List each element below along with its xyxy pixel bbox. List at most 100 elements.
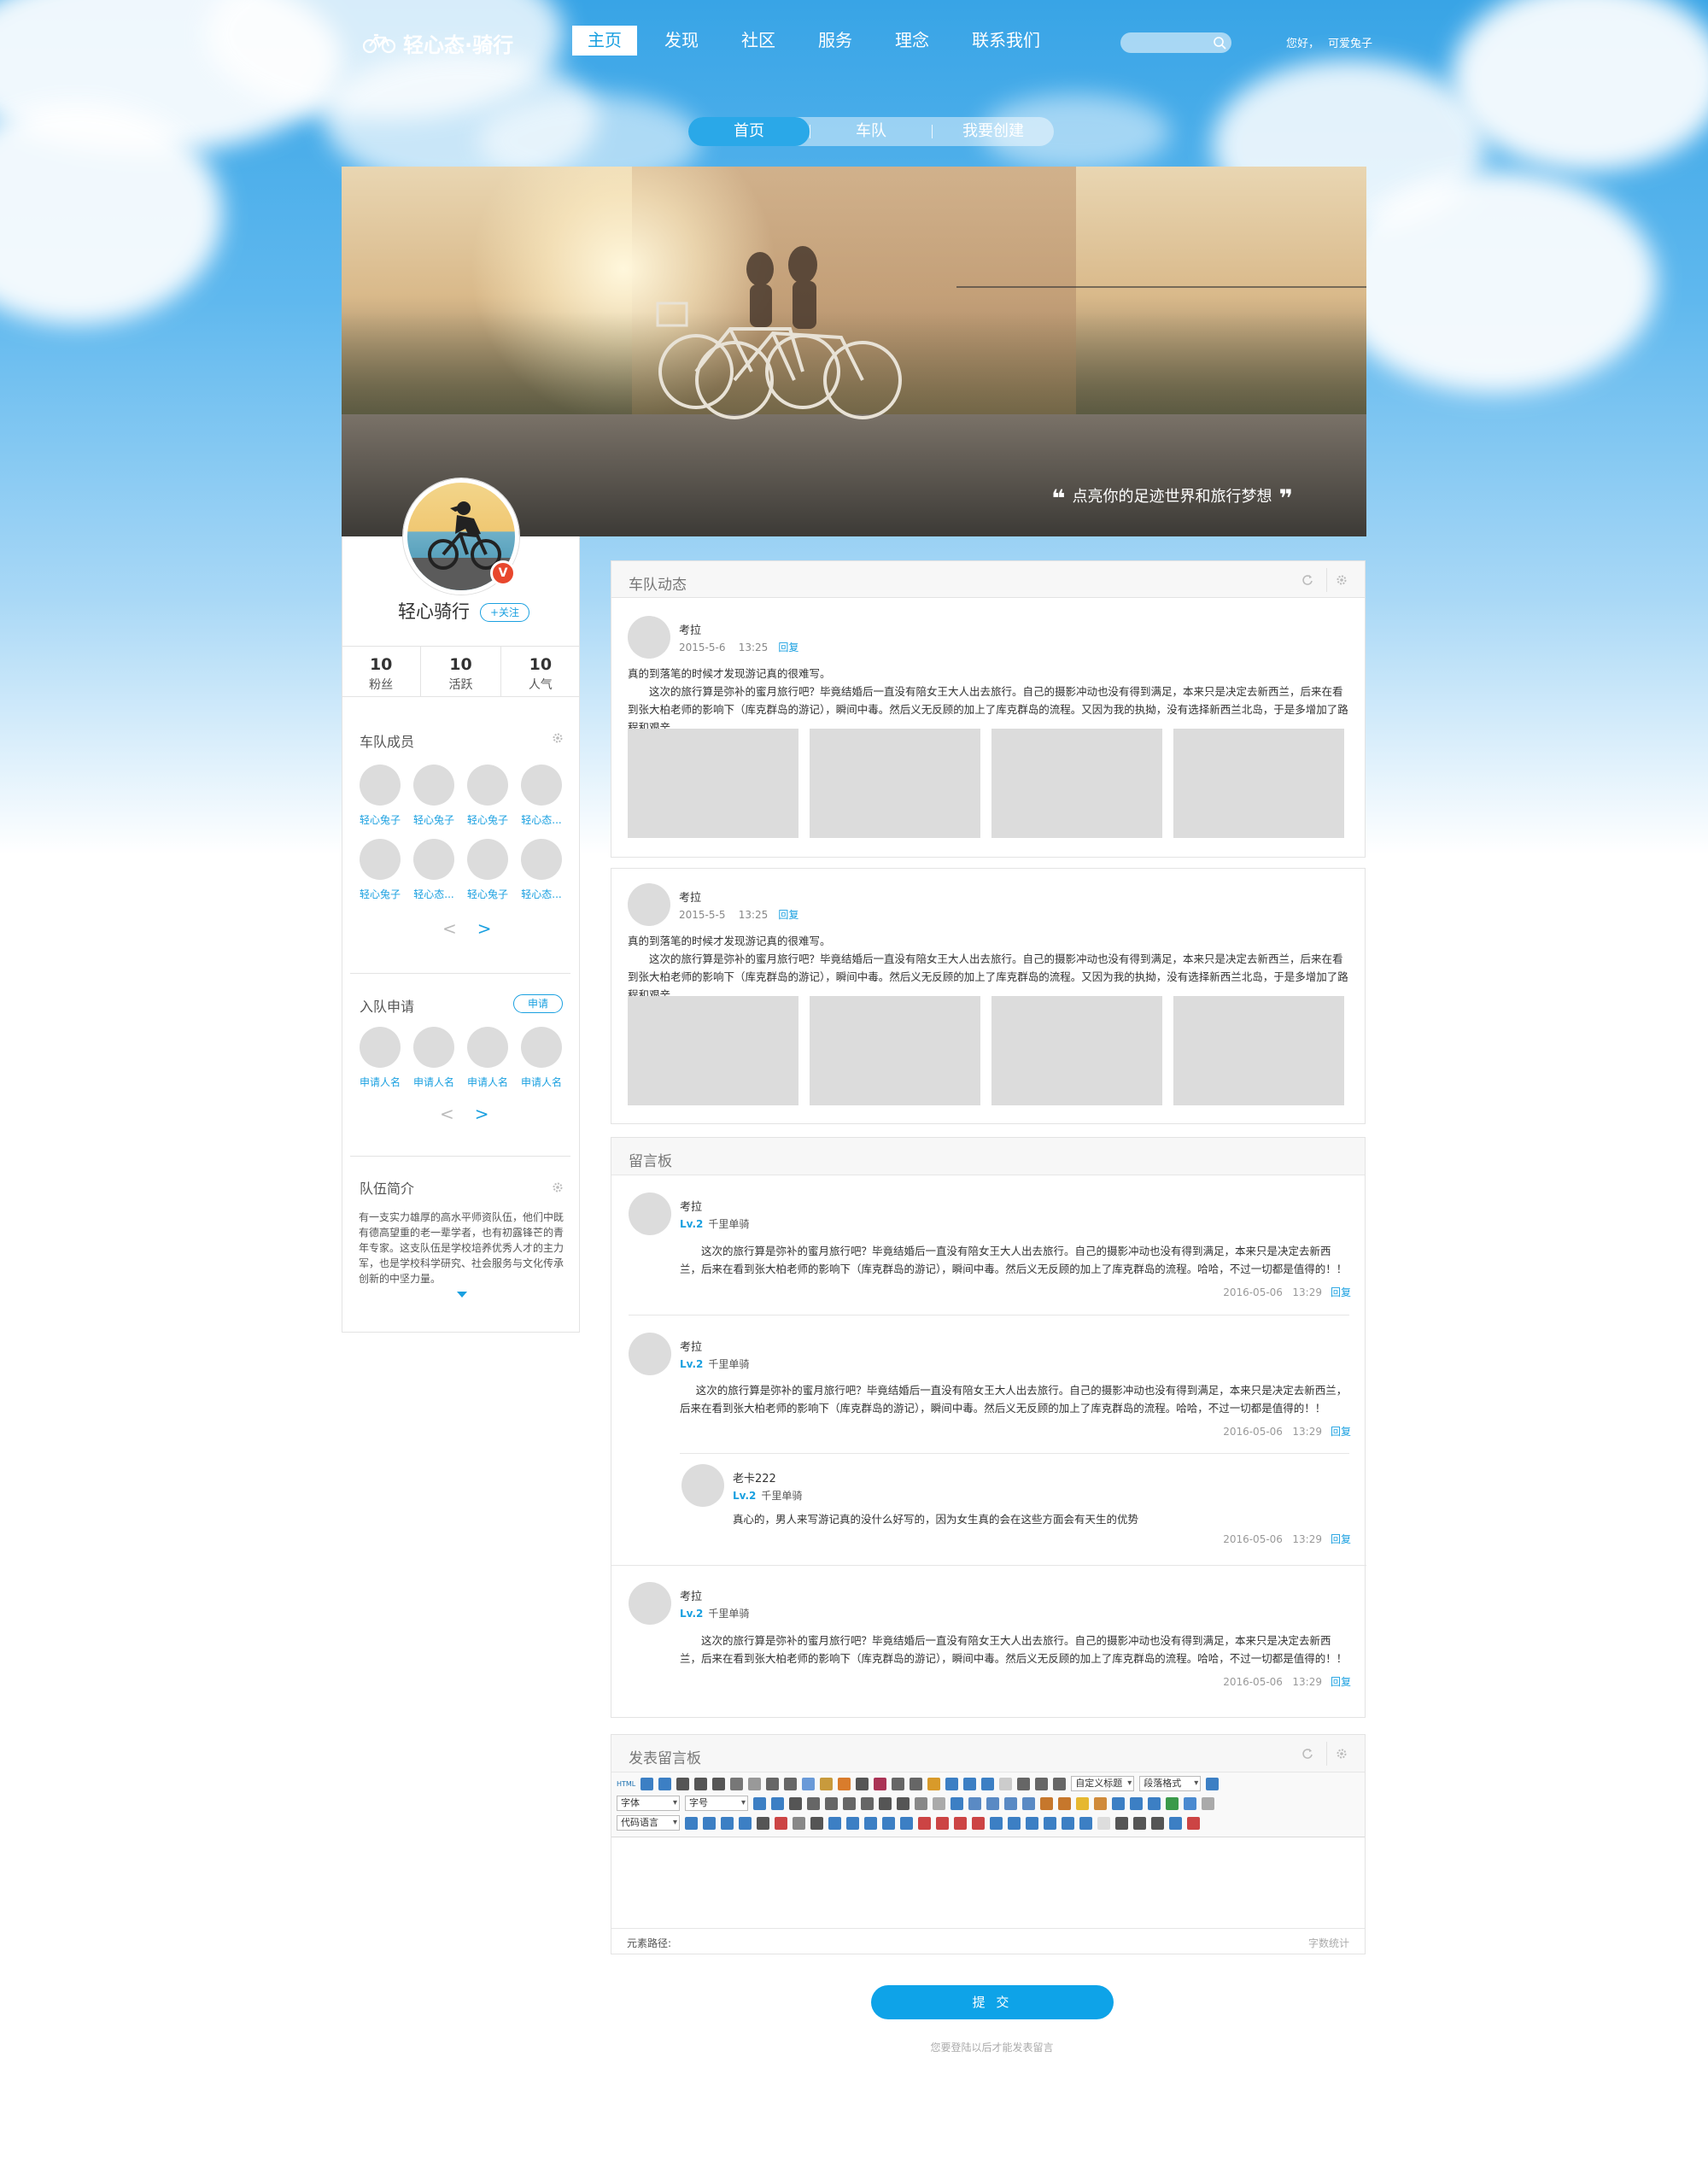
reply-link[interactable]: 回复	[778, 642, 798, 653]
fullscreen-icon[interactable]	[1206, 1777, 1220, 1790]
image-right-icon[interactable]	[1004, 1796, 1017, 1810]
username-link[interactable]: 可爱兔子	[1328, 34, 1372, 50]
strikethrough-icon[interactable]	[748, 1777, 762, 1790]
author-avatar[interactable]	[629, 1582, 671, 1625]
next-arrow-icon[interactable]: >	[475, 1104, 489, 1124]
blockquote-icon[interactable]	[856, 1777, 869, 1790]
split-cols-icon[interactable]	[1079, 1816, 1092, 1830]
gear-icon[interactable]	[1336, 574, 1348, 586]
bold-icon[interactable]	[676, 1777, 690, 1790]
subnav-home[interactable]: 首页	[688, 117, 810, 146]
reply-author[interactable]: 老卡222	[733, 1469, 776, 1485]
logo[interactable]: 轻心态·骑行	[362, 26, 513, 60]
insert-frame-icon[interactable]	[1202, 1796, 1214, 1810]
gear-icon[interactable]	[1336, 1748, 1348, 1760]
clear-doc-icon[interactable]	[999, 1777, 1013, 1790]
row-spacing-top-icon[interactable]	[1017, 1777, 1031, 1790]
next-arrow-icon[interactable]: >	[477, 918, 492, 939]
message-author[interactable]: 考拉	[680, 1587, 702, 1603]
date-icon[interactable]	[775, 1816, 787, 1830]
map-icon[interactable]	[1166, 1796, 1179, 1810]
preview-icon[interactable]	[1133, 1816, 1146, 1830]
font-size-select[interactable]: 字号	[685, 1796, 748, 1811]
font-family-select[interactable]: 字体	[617, 1796, 680, 1811]
member-item[interactable]: 轻心态...	[413, 839, 454, 901]
author-avatar[interactable]	[629, 1192, 671, 1235]
italic-icon[interactable]	[694, 1777, 708, 1790]
stat-fans[interactable]: 10 粉丝	[342, 647, 422, 696]
refresh-icon[interactable]	[1301, 574, 1313, 586]
image-center-icon[interactable]	[1022, 1796, 1035, 1810]
delete-col-icon[interactable]	[972, 1816, 985, 1830]
reply-link[interactable]: 回复	[1331, 1286, 1351, 1298]
align-left-icon[interactable]	[807, 1796, 820, 1810]
photo-thumbnail[interactable]	[628, 729, 798, 838]
author-avatar[interactable]	[628, 883, 670, 926]
background-icon[interactable]	[703, 1816, 716, 1830]
member-item[interactable]: 轻心兔子	[467, 765, 508, 827]
undo-icon[interactable]	[640, 1777, 654, 1790]
merge-cells-icon[interactable]	[990, 1816, 1003, 1830]
scrawl-icon[interactable]	[1094, 1796, 1107, 1810]
help-icon[interactable]	[1169, 1816, 1182, 1830]
expand-arrow-icon[interactable]	[457, 1292, 467, 1298]
applicant-item[interactable]: 申请人名	[521, 1027, 562, 1089]
ltr-icon[interactable]	[753, 1796, 766, 1810]
paste-text-icon[interactable]	[874, 1777, 887, 1790]
custom-title-select[interactable]: 自定义标题	[1071, 1776, 1135, 1791]
refresh-icon[interactable]	[1301, 1748, 1313, 1760]
page-break-icon[interactable]	[685, 1816, 698, 1830]
rtl-icon[interactable]	[771, 1796, 784, 1810]
gear-icon[interactable]	[552, 732, 564, 744]
remove-format-icon[interactable]	[838, 1777, 851, 1790]
stat-active[interactable]: 10 活跃	[421, 647, 501, 696]
reply-link[interactable]: 回复	[1331, 1533, 1351, 1545]
nav-philosophy[interactable]: 理念	[880, 26, 945, 56]
applicant-item[interactable]: 申请人名	[413, 1027, 454, 1089]
anchor-icon[interactable]	[951, 1796, 963, 1810]
format-match-icon[interactable]	[802, 1777, 816, 1790]
message-textarea[interactable]	[611, 1839, 1365, 1928]
indent-icon[interactable]	[789, 1796, 802, 1810]
code-icon[interactable]	[739, 1816, 752, 1830]
post-author[interactable]: 考拉	[679, 621, 701, 637]
unordered-list-icon[interactable]	[963, 1777, 977, 1790]
member-item[interactable]: 轻心兔子	[467, 839, 508, 901]
merge-right-icon[interactable]	[1008, 1816, 1021, 1830]
align-center-icon[interactable]	[825, 1796, 838, 1810]
author-avatar[interactable]	[629, 1333, 671, 1375]
apply-button[interactable]: 申请	[513, 994, 563, 1013]
highlight-icon[interactable]	[927, 1777, 941, 1790]
code-language-select[interactable]: 代码语言	[617, 1815, 680, 1831]
photo-thumbnail[interactable]	[991, 729, 1162, 838]
emotion-icon[interactable]	[1076, 1796, 1089, 1810]
subnav-create[interactable]: 我要创建	[933, 117, 1054, 146]
underline-icon[interactable]	[712, 1777, 726, 1790]
photo-thumbnail[interactable]	[628, 996, 798, 1105]
row-spacing-bottom-icon[interactable]	[1035, 1777, 1049, 1790]
insert-image-icon[interactable]	[1058, 1796, 1071, 1810]
reply-link[interactable]: 回复	[778, 909, 798, 921]
applicant-item[interactable]: 申请人名	[360, 1027, 401, 1089]
reply-link[interactable]: 回复	[1331, 1426, 1351, 1438]
reply-link[interactable]: 回复	[1331, 1676, 1351, 1688]
member-item[interactable]: 轻心兔子	[360, 839, 401, 901]
superscript-icon[interactable]	[766, 1777, 780, 1790]
prev-arrow-icon[interactable]: <	[442, 918, 457, 939]
word-image-icon[interactable]	[846, 1816, 859, 1830]
image-left-icon[interactable]	[986, 1796, 999, 1810]
font-border-icon[interactable]	[730, 1777, 744, 1790]
gear-icon[interactable]	[552, 1181, 564, 1193]
image-none-icon[interactable]	[968, 1796, 981, 1810]
insert-row-icon[interactable]	[918, 1816, 931, 1830]
applicant-item[interactable]: 申请人名	[467, 1027, 508, 1089]
draft-icon[interactable]	[1187, 1816, 1200, 1830]
auto-type-icon[interactable]	[820, 1777, 834, 1790]
merge-down-icon[interactable]	[1026, 1816, 1038, 1830]
music-icon[interactable]	[1130, 1796, 1143, 1810]
time-icon[interactable]	[793, 1816, 805, 1830]
gmap-icon[interactable]	[1184, 1796, 1196, 1810]
subscript-icon[interactable]	[784, 1777, 798, 1790]
special-chars-icon[interactable]	[810, 1816, 823, 1830]
redo-icon[interactable]	[658, 1777, 672, 1790]
